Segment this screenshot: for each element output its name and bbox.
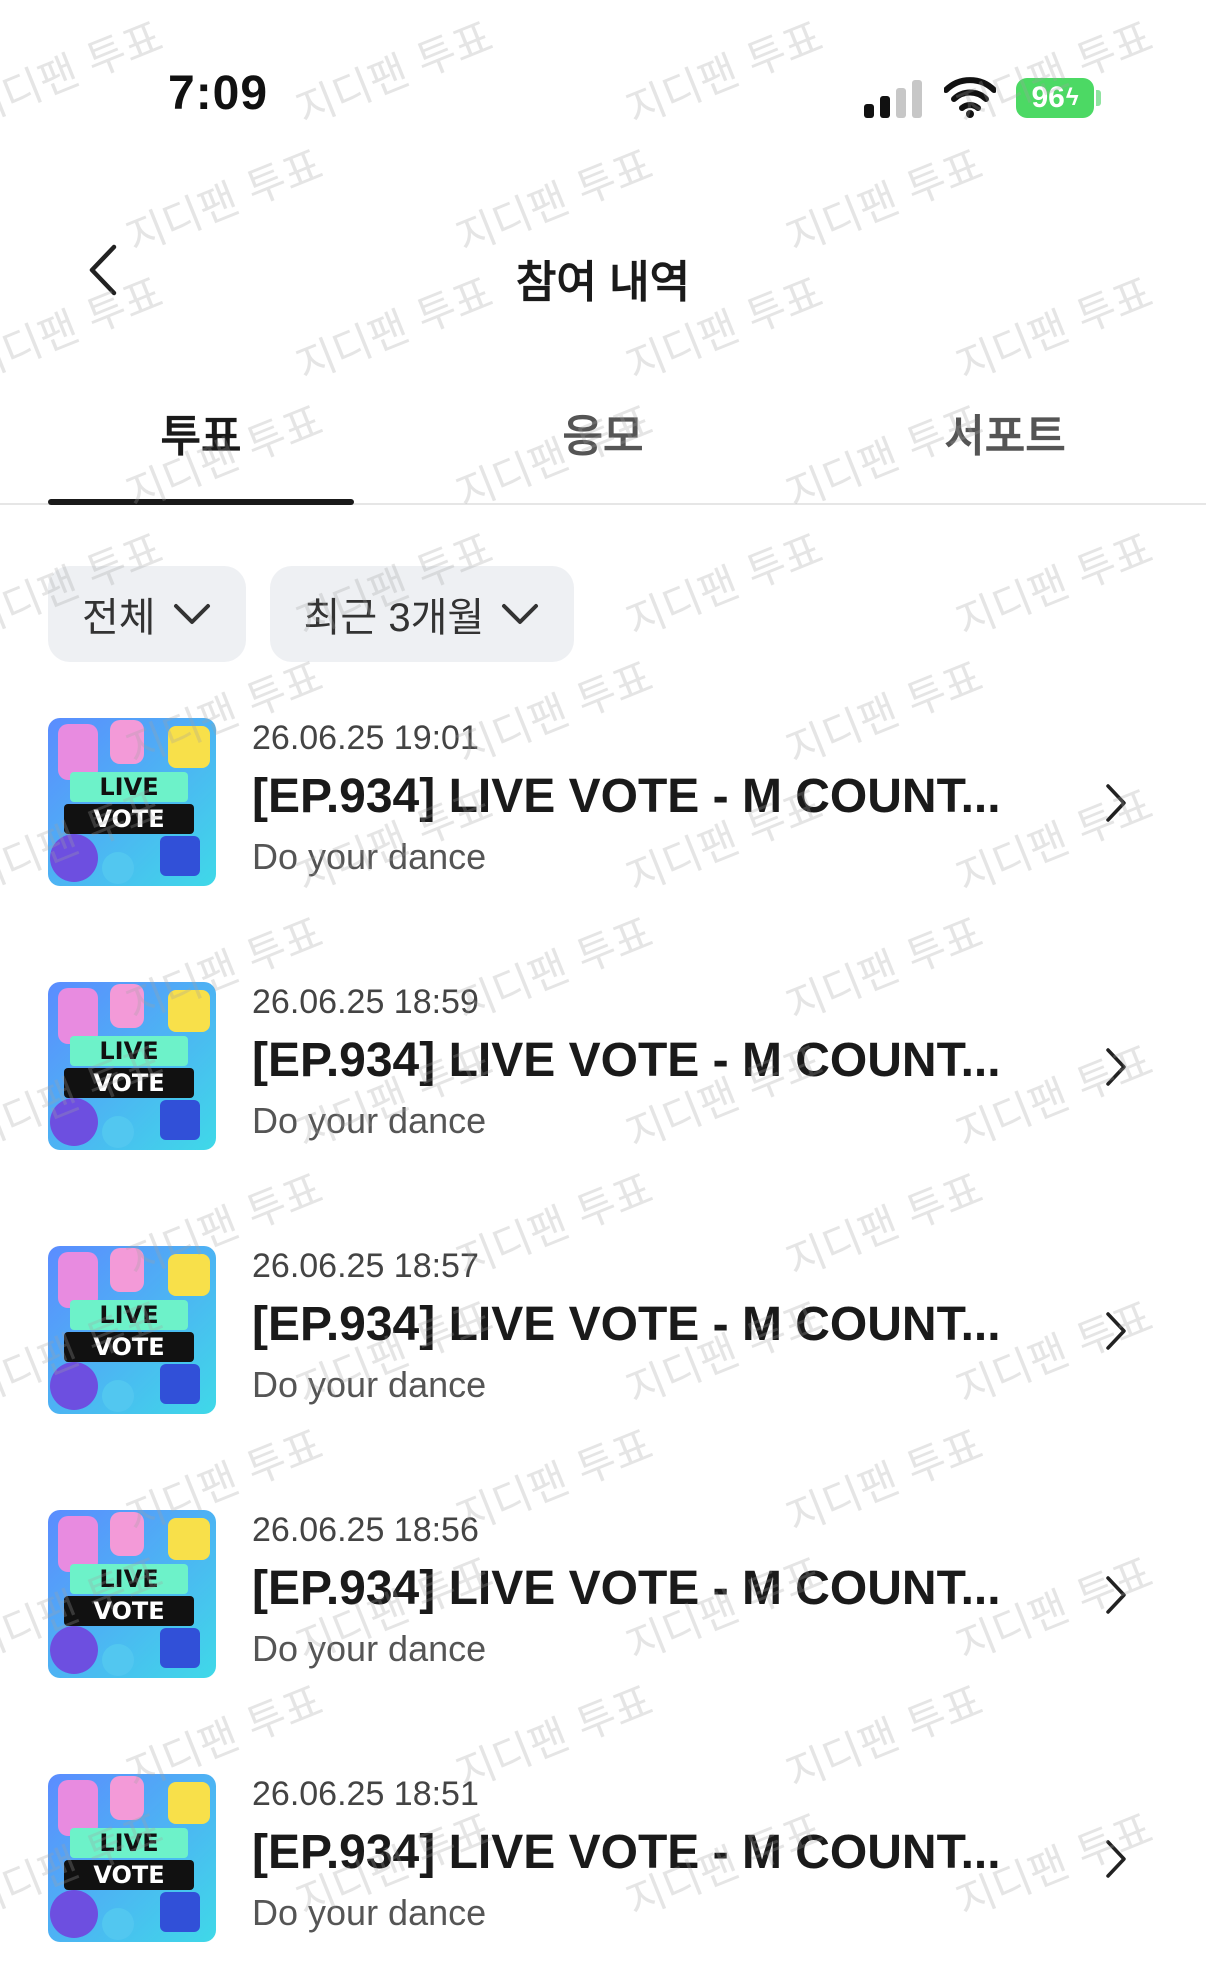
item-title: [EP.934] LIVE VOTE - M COUNT...: [252, 1034, 1001, 1087]
item-date: 26.06.25 18:56: [252, 1511, 479, 1549]
item-text: 26.06.25 18:51 [EP.934] LIVE VOTE - M CO…: [252, 1770, 1022, 1938]
thumb-line1: LIVE: [99, 773, 158, 801]
chevron-down-icon: [173, 604, 210, 624]
list-item[interactable]: LIVE VOTE 26.06.25 18:59 [EP.934] LIVE V…: [0, 978, 1206, 1242]
battery-tip: [1096, 90, 1101, 106]
thumb-line1: LIVE: [99, 1037, 158, 1065]
nav-bar: 참여 내역: [0, 210, 1206, 330]
filter-all-dropdown[interactable]: 전체: [48, 566, 246, 662]
item-date: 26.06.25 18:59: [252, 983, 479, 1021]
chevron-down-icon: [502, 604, 539, 624]
list-item[interactable]: LIVE VOTE 26.06.25 18:56 [EP.934] LIVE V…: [0, 1506, 1206, 1770]
item-title: [EP.934] LIVE VOTE - M COUNT...: [252, 1826, 1001, 1879]
charging-bolt-icon: ϟ: [1065, 84, 1079, 111]
status-bar: 7:09 96 ϟ: [0, 0, 1206, 190]
tab-entry[interactable]: 응모: [452, 400, 754, 464]
item-date: 26.06.25 19:01: [252, 719, 479, 757]
watermark-text: 지디팬 투표: [619, 523, 830, 647]
live-vote-thumbnail: LIVE VOTE: [48, 1246, 216, 1414]
thumb-line2: VOTE: [93, 805, 164, 833]
battery-level: 96: [1031, 81, 1065, 114]
wifi-icon: [944, 77, 996, 118]
tab-bar: 투표 응모 서포트: [0, 390, 1206, 505]
page-title: 참여 내역: [515, 258, 691, 307]
thumb-line1: LIVE: [99, 1565, 158, 1593]
item-subtitle: Do your dance: [252, 1364, 487, 1405]
filter-period-dropdown[interactable]: 최근 3개월: [269, 566, 575, 662]
live-vote-thumbnail: LIVE VOTE: [48, 1510, 216, 1678]
live-vote-thumbnail: LIVE VOTE: [48, 982, 216, 1150]
filter-row: 전체 최근 3개월: [48, 566, 575, 662]
item-text: 26.06.25 19:01 [EP.934] LIVE VOTE - M CO…: [252, 714, 1022, 882]
item-title: [EP.934] LIVE VOTE - M COUNT...: [252, 1298, 1001, 1351]
list-item[interactable]: LIVE VOTE 26.06.25 18:57 [EP.934] LIVE V…: [0, 1242, 1206, 1506]
item-date: 26.06.25 18:57: [252, 1247, 479, 1285]
filter-period-label: 최근 3개월: [303, 596, 485, 640]
thumb-line2: VOTE: [93, 1069, 164, 1097]
tab-support[interactable]: 서포트: [854, 400, 1156, 464]
chevron-right-icon: [1106, 784, 1126, 822]
thumb-line2: VOTE: [93, 1597, 164, 1625]
thumb-line2: VOTE: [93, 1861, 164, 1889]
watermark-text: 지디팬 투표: [949, 523, 1160, 647]
list-item[interactable]: LIVE VOTE 26.06.25 19:01 [EP.934] LIVE V…: [0, 714, 1206, 978]
item-subtitle: Do your dance: [252, 1628, 487, 1669]
item-title: [EP.934] LIVE VOTE - M COUNT...: [252, 770, 1001, 823]
item-subtitle: Do your dance: [252, 1892, 487, 1933]
live-vote-thumbnail: LIVE VOTE: [48, 718, 216, 886]
item-subtitle: Do your dance: [252, 836, 487, 877]
tab-vote[interactable]: 투표: [48, 400, 354, 464]
filter-all-label: 전체: [82, 596, 156, 640]
item-date: 26.06.25 18:51: [252, 1775, 479, 1813]
active-tab-indicator: [48, 499, 354, 505]
item-text: 26.06.25 18:57 [EP.934] LIVE VOTE - M CO…: [252, 1242, 1022, 1410]
status-time: 7:09: [168, 67, 269, 120]
item-title: [EP.934] LIVE VOTE - M COUNT...: [252, 1562, 1001, 1615]
chevron-right-icon: [1106, 1840, 1126, 1878]
chevron-right-icon: [1106, 1312, 1126, 1350]
participation-list: LIVE VOTE 26.06.25 19:01 [EP.934] LIVE V…: [0, 714, 1206, 1988]
chevron-right-icon: [1106, 1576, 1126, 1614]
item-text: 26.06.25 18:56 [EP.934] LIVE VOTE - M CO…: [252, 1506, 1022, 1674]
live-vote-thumbnail: LIVE VOTE: [48, 1774, 216, 1942]
thumb-line2: VOTE: [93, 1333, 164, 1361]
chevron-right-icon: [1106, 1048, 1126, 1086]
list-item[interactable]: LIVE VOTE 26.06.25 18:51 [EP.934] LIVE V…: [0, 1770, 1206, 1988]
item-subtitle: Do your dance: [252, 1100, 487, 1141]
battery-indicator: 96 ϟ: [1016, 78, 1094, 118]
thumb-line1: LIVE: [99, 1301, 158, 1329]
item-text: 26.06.25 18:59 [EP.934] LIVE VOTE - M CO…: [252, 978, 1022, 1146]
thumb-line1: LIVE: [99, 1829, 158, 1857]
cellular-signal-icon: [864, 80, 922, 118]
